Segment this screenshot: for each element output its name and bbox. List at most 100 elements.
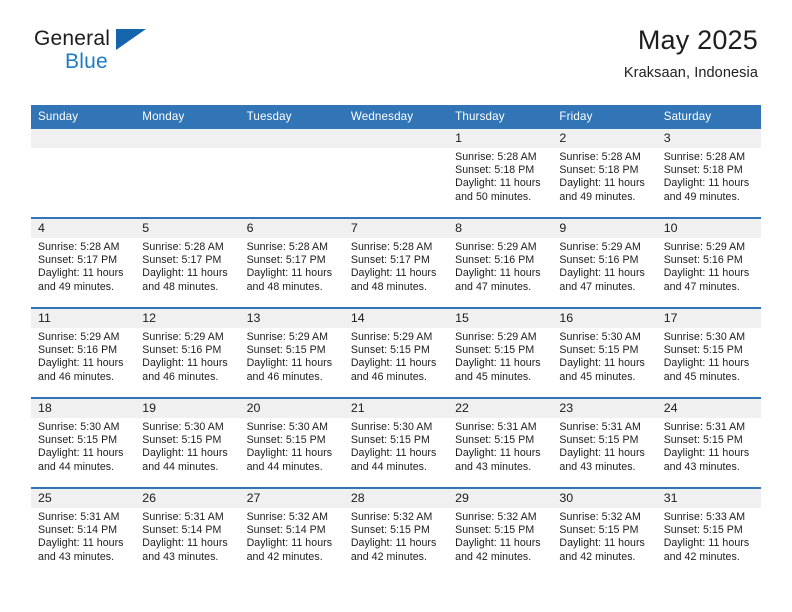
day-cell-inner: 30 Sunrise: 5:32 AM Sunset: 5:15 PM Dayligh… [552, 489, 657, 577]
sunset-text: Sunset: 5:16 PM [38, 344, 118, 357]
day-details: Sunrise: 5:32 AM Sunset: 5:15 PM Daylight:… [448, 508, 552, 564]
day-cell[interactable]: 6 Sunrise: 5:28 AM Sunset: 5:17 PM Daylight… [239, 217, 344, 308]
sunrise-text: Sunrise: 5:30 AM [246, 421, 329, 433]
day-number: 16 [552, 309, 657, 328]
day-cell[interactable]: 22 Sunrise: 5:31 AM Sunset: 5:15 PM Dayligh… [448, 397, 553, 488]
day-cell[interactable]: 3 Sunrise: 5:28 AM Sunset: 5:18 PM Daylight… [656, 129, 761, 218]
sunset-text: Sunset: 5:14 PM [246, 524, 326, 537]
day-cell[interactable]: 21 Sunrise: 5:30 AM Sunset: 5:15 PM Dayligh… [343, 397, 449, 488]
sunset-text: Sunset: 5:15 PM [455, 434, 535, 447]
calendar-week-row: 25 Sunrise: 5:31 AM Sunset: 5:14 PM Dayligh… [31, 487, 761, 577]
day-cell[interactable]: 28 Sunrise: 5:32 AM Sunset: 5:15 PM Dayligh… [343, 487, 449, 577]
weekday-header-friday: Friday [552, 105, 657, 129]
day-cell[interactable]: 5 Sunrise: 5:28 AM Sunset: 5:17 PM Daylight… [135, 217, 240, 308]
day-cell-inner: 25 Sunrise: 5:31 AM Sunset: 5:14 PM Dayligh… [31, 489, 136, 577]
sunset-text: Sunset: 5:17 PM [38, 254, 118, 267]
day-cell[interactable]: 14 Sunrise: 5:29 AM Sunset: 5:15 PM Dayligh… [343, 307, 449, 398]
daylight-text-line2: and 46 minutes. [246, 370, 323, 383]
day-number: 5 [135, 219, 240, 238]
title-block: May 2025 Kraksaan, Indonesia [624, 25, 758, 82]
sunrise-text: Sunrise: 5:31 AM [142, 511, 224, 523]
sunrise-text: Sunrise: 5:28 AM [559, 151, 641, 163]
daylight-text-line2: and 45 minutes. [663, 370, 740, 383]
day-details: Sunrise: 5:29 AM Sunset: 5:15 PM Daylight:… [448, 328, 552, 384]
day-cell[interactable]: 29 Sunrise: 5:32 AM Sunset: 5:15 PM Dayligh… [448, 487, 553, 577]
daylight-text-line2: and 49 minutes. [559, 190, 636, 203]
day-cell[interactable]: 27 Sunrise: 5:32 AM Sunset: 5:14 PM Dayligh… [239, 487, 344, 577]
day-cell-inner: 24 Sunrise: 5:31 AM Sunset: 5:15 PM Dayligh… [656, 399, 761, 487]
day-cell-inner: 14 Sunrise: 5:29 AM Sunset: 5:15 PM Dayligh… [343, 309, 449, 397]
day-cell[interactable]: 1 Sunrise: 5:28 AM Sunset: 5:18 PM Daylight… [448, 129, 553, 218]
day-cell[interactable]: 9 Sunrise: 5:29 AM Sunset: 5:16 PM Daylight… [552, 217, 657, 308]
day-cell[interactable]: 23 Sunrise: 5:31 AM Sunset: 5:15 PM Dayligh… [552, 397, 657, 488]
day-cell[interactable]: 12 Sunrise: 5:29 AM Sunset: 5:16 PM Dayligh… [135, 307, 240, 398]
sunrise-text: Sunrise: 5:30 AM [142, 421, 224, 433]
day-cell[interactable]: 17 Sunrise: 5:30 AM Sunset: 5:15 PM Dayligh… [656, 307, 761, 398]
day-number: 28 [343, 489, 449, 508]
day-cell[interactable]: 13 Sunrise: 5:29 AM Sunset: 5:15 PM Dayligh… [239, 307, 344, 398]
sunrise-text: Sunrise: 5:29 AM [350, 331, 433, 343]
day-cell[interactable]: 25 Sunrise: 5:31 AM Sunset: 5:14 PM Dayligh… [31, 487, 136, 577]
day-number: 9 [552, 219, 657, 238]
day-cell[interactable]: 11 Sunrise: 5:29 AM Sunset: 5:16 PM Dayligh… [31, 307, 136, 398]
day-details: Sunrise: 5:28 AM Sunset: 5:17 PM Daylight:… [344, 238, 448, 294]
calendar-week-row: 11 Sunrise: 5:29 AM Sunset: 5:16 PM Dayligh… [31, 307, 761, 398]
daylight-text-line1: Daylight: 11 hours [663, 267, 750, 280]
day-cell[interactable]: 26 Sunrise: 5:31 AM Sunset: 5:14 PM Dayligh… [135, 487, 240, 577]
day-cell[interactable]: 2 Sunrise: 5:28 AM Sunset: 5:18 PM Daylight… [552, 129, 657, 218]
sunset-text: Sunset: 5:15 PM [38, 434, 118, 447]
brand-name-blue: Blue [65, 50, 108, 73]
daylight-text-line2: and 45 minutes. [559, 370, 636, 383]
day-cell[interactable]: 18 Sunrise: 5:30 AM Sunset: 5:15 PM Dayligh… [31, 397, 136, 488]
day-cell[interactable]: 10 Sunrise: 5:29 AM Sunset: 5:16 PM Dayligh… [656, 217, 761, 308]
calendar-week-row: 18 Sunrise: 5:30 AM Sunset: 5:15 PM Dayligh… [31, 397, 761, 488]
daylight-text-line2: and 47 minutes. [559, 280, 636, 293]
day-cell-inner [239, 129, 344, 217]
sunrise-text: Sunrise: 5:32 AM [246, 511, 329, 523]
daylight-text-line1: Daylight: 11 hours [142, 267, 228, 280]
day-cell-inner [31, 129, 136, 217]
daylight-text-line1: Daylight: 11 hours [246, 267, 333, 280]
day-cell[interactable]: 4 Sunrise: 5:28 AM Sunset: 5:17 PM Daylight… [31, 217, 136, 308]
sunset-text: Sunset: 5:15 PM [663, 344, 743, 357]
daylight-text-line1: Daylight: 11 hours [455, 357, 541, 370]
day-cell[interactable]: 31 Sunrise: 5:33 AM Sunset: 5:15 PM Dayligh… [656, 487, 761, 577]
day-number: 26 [135, 489, 240, 508]
day-cell-inner: 1 Sunrise: 5:28 AM Sunset: 5:18 PM Daylight… [448, 129, 553, 217]
day-cell-inner: 5 Sunrise: 5:28 AM Sunset: 5:17 PM Daylight… [135, 219, 240, 307]
daylight-text-line2: and 48 minutes. [350, 280, 427, 293]
page-title: May 2025 [637, 25, 758, 55]
calendar-week-row: 1 Sunrise: 5:28 AM Sunset: 5:18 PM Daylight… [31, 129, 761, 218]
brand-logo: General Blue [34, 26, 184, 82]
sunset-text: Sunset: 5:16 PM [142, 344, 222, 357]
day-cell-inner: 17 Sunrise: 5:30 AM Sunset: 5:15 PM Dayligh… [656, 309, 761, 397]
daylight-text-line2: and 42 minutes. [350, 550, 427, 563]
day-cell[interactable]: 19 Sunrise: 5:30 AM Sunset: 5:15 PM Dayligh… [135, 397, 240, 488]
day-details: Sunrise: 5:30 AM Sunset: 5:15 PM Daylight:… [31, 418, 135, 474]
day-cell[interactable]: 15 Sunrise: 5:29 AM Sunset: 5:15 PM Dayligh… [448, 307, 553, 398]
sunset-text: Sunset: 5:15 PM [663, 434, 743, 447]
day-cell[interactable]: 24 Sunrise: 5:31 AM Sunset: 5:15 PM Dayligh… [656, 397, 761, 488]
day-cell-empty [239, 129, 344, 218]
daylight-text-line2: and 46 minutes. [142, 370, 219, 383]
day-cell[interactable]: 7 Sunrise: 5:28 AM Sunset: 5:17 PM Daylight… [343, 217, 449, 308]
day-details: Sunrise: 5:31 AM Sunset: 5:15 PM Daylight:… [657, 418, 761, 474]
sunset-text: Sunset: 5:15 PM [455, 524, 535, 537]
daylight-text-line2: and 42 minutes. [559, 550, 636, 563]
day-cell[interactable]: 8 Sunrise: 5:29 AM Sunset: 5:16 PM Daylight… [448, 217, 553, 308]
sunrise-text: Sunrise: 5:30 AM [350, 421, 433, 433]
day-details: Sunrise: 5:30 AM Sunset: 5:15 PM Daylight:… [135, 418, 239, 474]
daylight-text-line1: Daylight: 11 hours [559, 177, 645, 190]
day-cell[interactable]: 16 Sunrise: 5:30 AM Sunset: 5:15 PM Dayligh… [552, 307, 657, 398]
day-cell[interactable]: 20 Sunrise: 5:30 AM Sunset: 5:15 PM Dayligh… [239, 397, 344, 488]
sunrise-text: Sunrise: 5:31 AM [455, 421, 537, 433]
day-number: 13 [239, 309, 344, 328]
day-cell[interactable]: 30 Sunrise: 5:32 AM Sunset: 5:15 PM Dayligh… [552, 487, 657, 577]
day-number: 22 [448, 399, 553, 418]
daylight-text-line2: and 42 minutes. [246, 550, 323, 563]
sunset-text: Sunset: 5:15 PM [455, 344, 535, 357]
day-details: Sunrise: 5:29 AM Sunset: 5:16 PM Daylight:… [657, 238, 761, 294]
day-number: 11 [31, 309, 136, 328]
day-details: Sunrise: 5:33 AM Sunset: 5:15 PM Daylight:… [657, 508, 761, 564]
daylight-text-line1: Daylight: 11 hours [246, 537, 333, 550]
